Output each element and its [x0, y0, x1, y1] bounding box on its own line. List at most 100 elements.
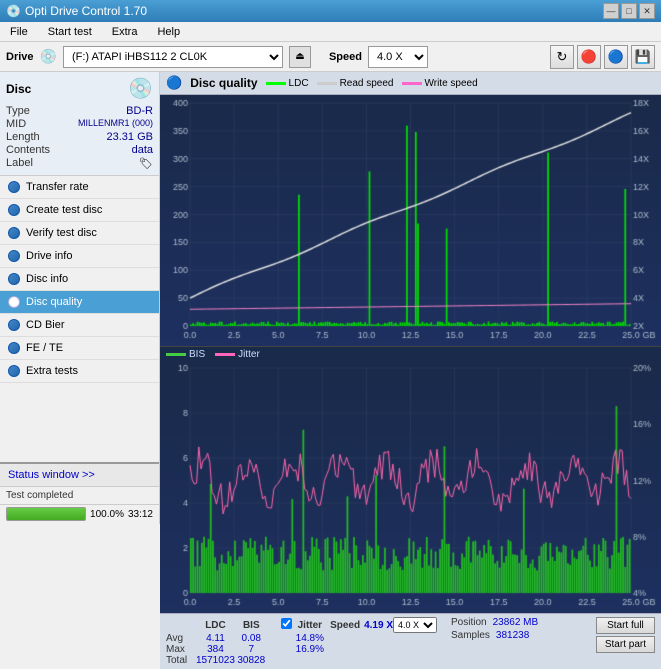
save-icon[interactable]: 💾: [631, 45, 655, 69]
legend-write-speed: Write speed: [402, 78, 478, 89]
legend-read-color: [317, 82, 337, 85]
title-bar: 💿 Opti Drive Control 1.70 — □ ✕: [0, 0, 661, 22]
speed-label: Speed: [329, 51, 362, 63]
mid-label: MID: [6, 118, 26, 130]
row-total-label: Total: [166, 655, 196, 666]
contents-value: data: [132, 144, 153, 156]
label-label: Label: [6, 157, 33, 170]
avg-jitter: 14.8%: [294, 633, 326, 644]
sidebar-item-cd-bier[interactable]: CD Bier: [0, 314, 159, 337]
start-full-button[interactable]: Start full: [596, 617, 655, 634]
menu-extra[interactable]: Extra: [106, 24, 144, 40]
refresh-icon[interactable]: ↻: [550, 45, 574, 69]
sidebar-item-verify-test-disc[interactable]: Verify test disc: [0, 222, 159, 245]
minimize-button[interactable]: —: [603, 3, 619, 19]
nav-icon-drive-info: [8, 250, 20, 262]
row-avg-label: Avg: [166, 633, 196, 644]
legend-ldc-color: [266, 82, 286, 85]
progress-bar-fill: [7, 508, 85, 520]
legend-jitter-color: [215, 353, 235, 356]
nav-label-transfer-rate: Transfer rate: [26, 181, 89, 193]
toolbar-icons: ↻ 🔴 🔵 💾: [550, 45, 655, 69]
nav-icon-transfer-rate: [8, 181, 20, 193]
drive-select[interactable]: (F:) ATAPI iHBS112 2 CL0K: [63, 46, 283, 68]
speed-current: 4.19 X: [364, 617, 393, 633]
row-max-label: Max: [166, 644, 196, 655]
col-bis-header: BIS: [235, 617, 268, 633]
legend-write-color: [402, 82, 422, 85]
max-bis: 7: [235, 644, 268, 655]
menu-start-test[interactable]: Start test: [42, 24, 98, 40]
position-label: Position: [451, 617, 487, 628]
total-bis: 30828: [235, 655, 268, 666]
stats-row-max: Max 384 7 16.9%: [166, 644, 437, 655]
length-label: Length: [6, 131, 40, 143]
nav-label-verify-test-disc: Verify test disc: [26, 227, 97, 239]
main-area: Disc 💿 Type BD-R MID MILLENMR1 (000) Len…: [0, 72, 661, 524]
legend-jitter-label: Jitter: [238, 349, 260, 360]
start-part-button[interactable]: Start part: [596, 636, 655, 653]
start-buttons: Start full Start part: [596, 617, 655, 653]
eject-button[interactable]: ⏏: [289, 46, 311, 68]
nav-icon-extra-tests: [8, 365, 20, 377]
drive-label: Drive: [6, 51, 34, 63]
progress-time: 33:12: [128, 509, 153, 520]
stats-table: LDC BIS Jitter Speed 4.19 X 4.0 X: [166, 617, 437, 666]
samples-row: Samples 381238: [451, 630, 538, 641]
mid-value: MILLENMR1 (000): [78, 118, 153, 130]
progress-status: Test completed: [6, 490, 73, 501]
max-ldc: 384: [196, 644, 235, 655]
stats-bar: LDC BIS Jitter Speed 4.19 X 4.0 X: [160, 613, 661, 669]
progress-bar: [6, 507, 86, 521]
app-icon: 💿: [6, 4, 21, 18]
bis-chart: [160, 362, 661, 613]
legend-ldc: LDC: [266, 78, 309, 89]
status-window-button[interactable]: Status window >>: [0, 462, 159, 486]
length-value: 23.31 GB: [107, 131, 153, 143]
disc-read-icon[interactable]: 🔴: [577, 45, 601, 69]
avg-bis: 0.08: [235, 633, 268, 644]
window-controls: — □ ✕: [603, 3, 655, 19]
menu-file[interactable]: File: [4, 24, 34, 40]
maximize-button[interactable]: □: [621, 3, 637, 19]
nav-label-disc-info: Disc info: [26, 273, 68, 285]
nav-icon-create-test-disc: [8, 204, 20, 216]
col-speed-header: Speed: [326, 617, 364, 633]
sidebar-item-drive-info[interactable]: Drive info: [0, 245, 159, 268]
legend-bis-color: [166, 353, 186, 356]
app-title: Opti Drive Control 1.70: [25, 4, 147, 18]
type-label: Type: [6, 105, 30, 117]
disc-panel: Disc 💿 Type BD-R MID MILLENMR1 (000) Len…: [0, 72, 159, 176]
bottom-chart-area: [160, 362, 661, 613]
nav-icon-cd-bier: [8, 319, 20, 331]
sidebar-item-fe-te[interactable]: FE / TE: [0, 337, 159, 360]
content-area: 🔵 Disc quality LDC Read speed Write spee…: [160, 72, 661, 524]
nav-label-disc-quality: Disc quality: [26, 296, 82, 308]
sidebar-item-create-test-disc[interactable]: Create test disc: [0, 199, 159, 222]
jitter-checkbox[interactable]: [281, 618, 292, 629]
col-jitter-header: Jitter: [294, 617, 326, 633]
legend-read-speed: Read speed: [317, 78, 394, 89]
speed-dropdown[interactable]: 4.0 X: [393, 617, 437, 633]
disc-icon: 💿: [128, 76, 153, 101]
label-icon: 🏷: [139, 157, 153, 170]
disc-write-icon[interactable]: 🔵: [604, 45, 628, 69]
top-chart-area: [160, 95, 661, 346]
sidebar-item-disc-quality[interactable]: Disc quality: [0, 291, 159, 314]
sidebar-item-disc-info[interactable]: Disc info: [0, 268, 159, 291]
nav-label-create-test-disc: Create test disc: [26, 204, 102, 216]
menu-help[interactable]: Help: [151, 24, 186, 40]
bis-chart-header: BIS Jitter: [160, 346, 661, 362]
avg-ldc: 4.11: [196, 633, 235, 644]
nav-icon-fe-te: [8, 342, 20, 354]
samples-value: 381238: [496, 630, 529, 641]
speed-select[interactable]: 4.0 X 1.0 X 2.0 X 8.0 X: [368, 46, 428, 68]
type-value: BD-R: [126, 105, 153, 117]
close-button[interactable]: ✕: [639, 3, 655, 19]
sidebar-item-extra-tests[interactable]: Extra tests: [0, 360, 159, 383]
sidebar-item-transfer-rate[interactable]: Transfer rate: [0, 176, 159, 199]
nav-label-cd-bier: CD Bier: [26, 319, 65, 331]
drive-icon: 💿: [40, 48, 57, 65]
legend-bis-label: BIS: [189, 349, 205, 360]
sidebar: Disc 💿 Type BD-R MID MILLENMR1 (000) Len…: [0, 72, 160, 524]
